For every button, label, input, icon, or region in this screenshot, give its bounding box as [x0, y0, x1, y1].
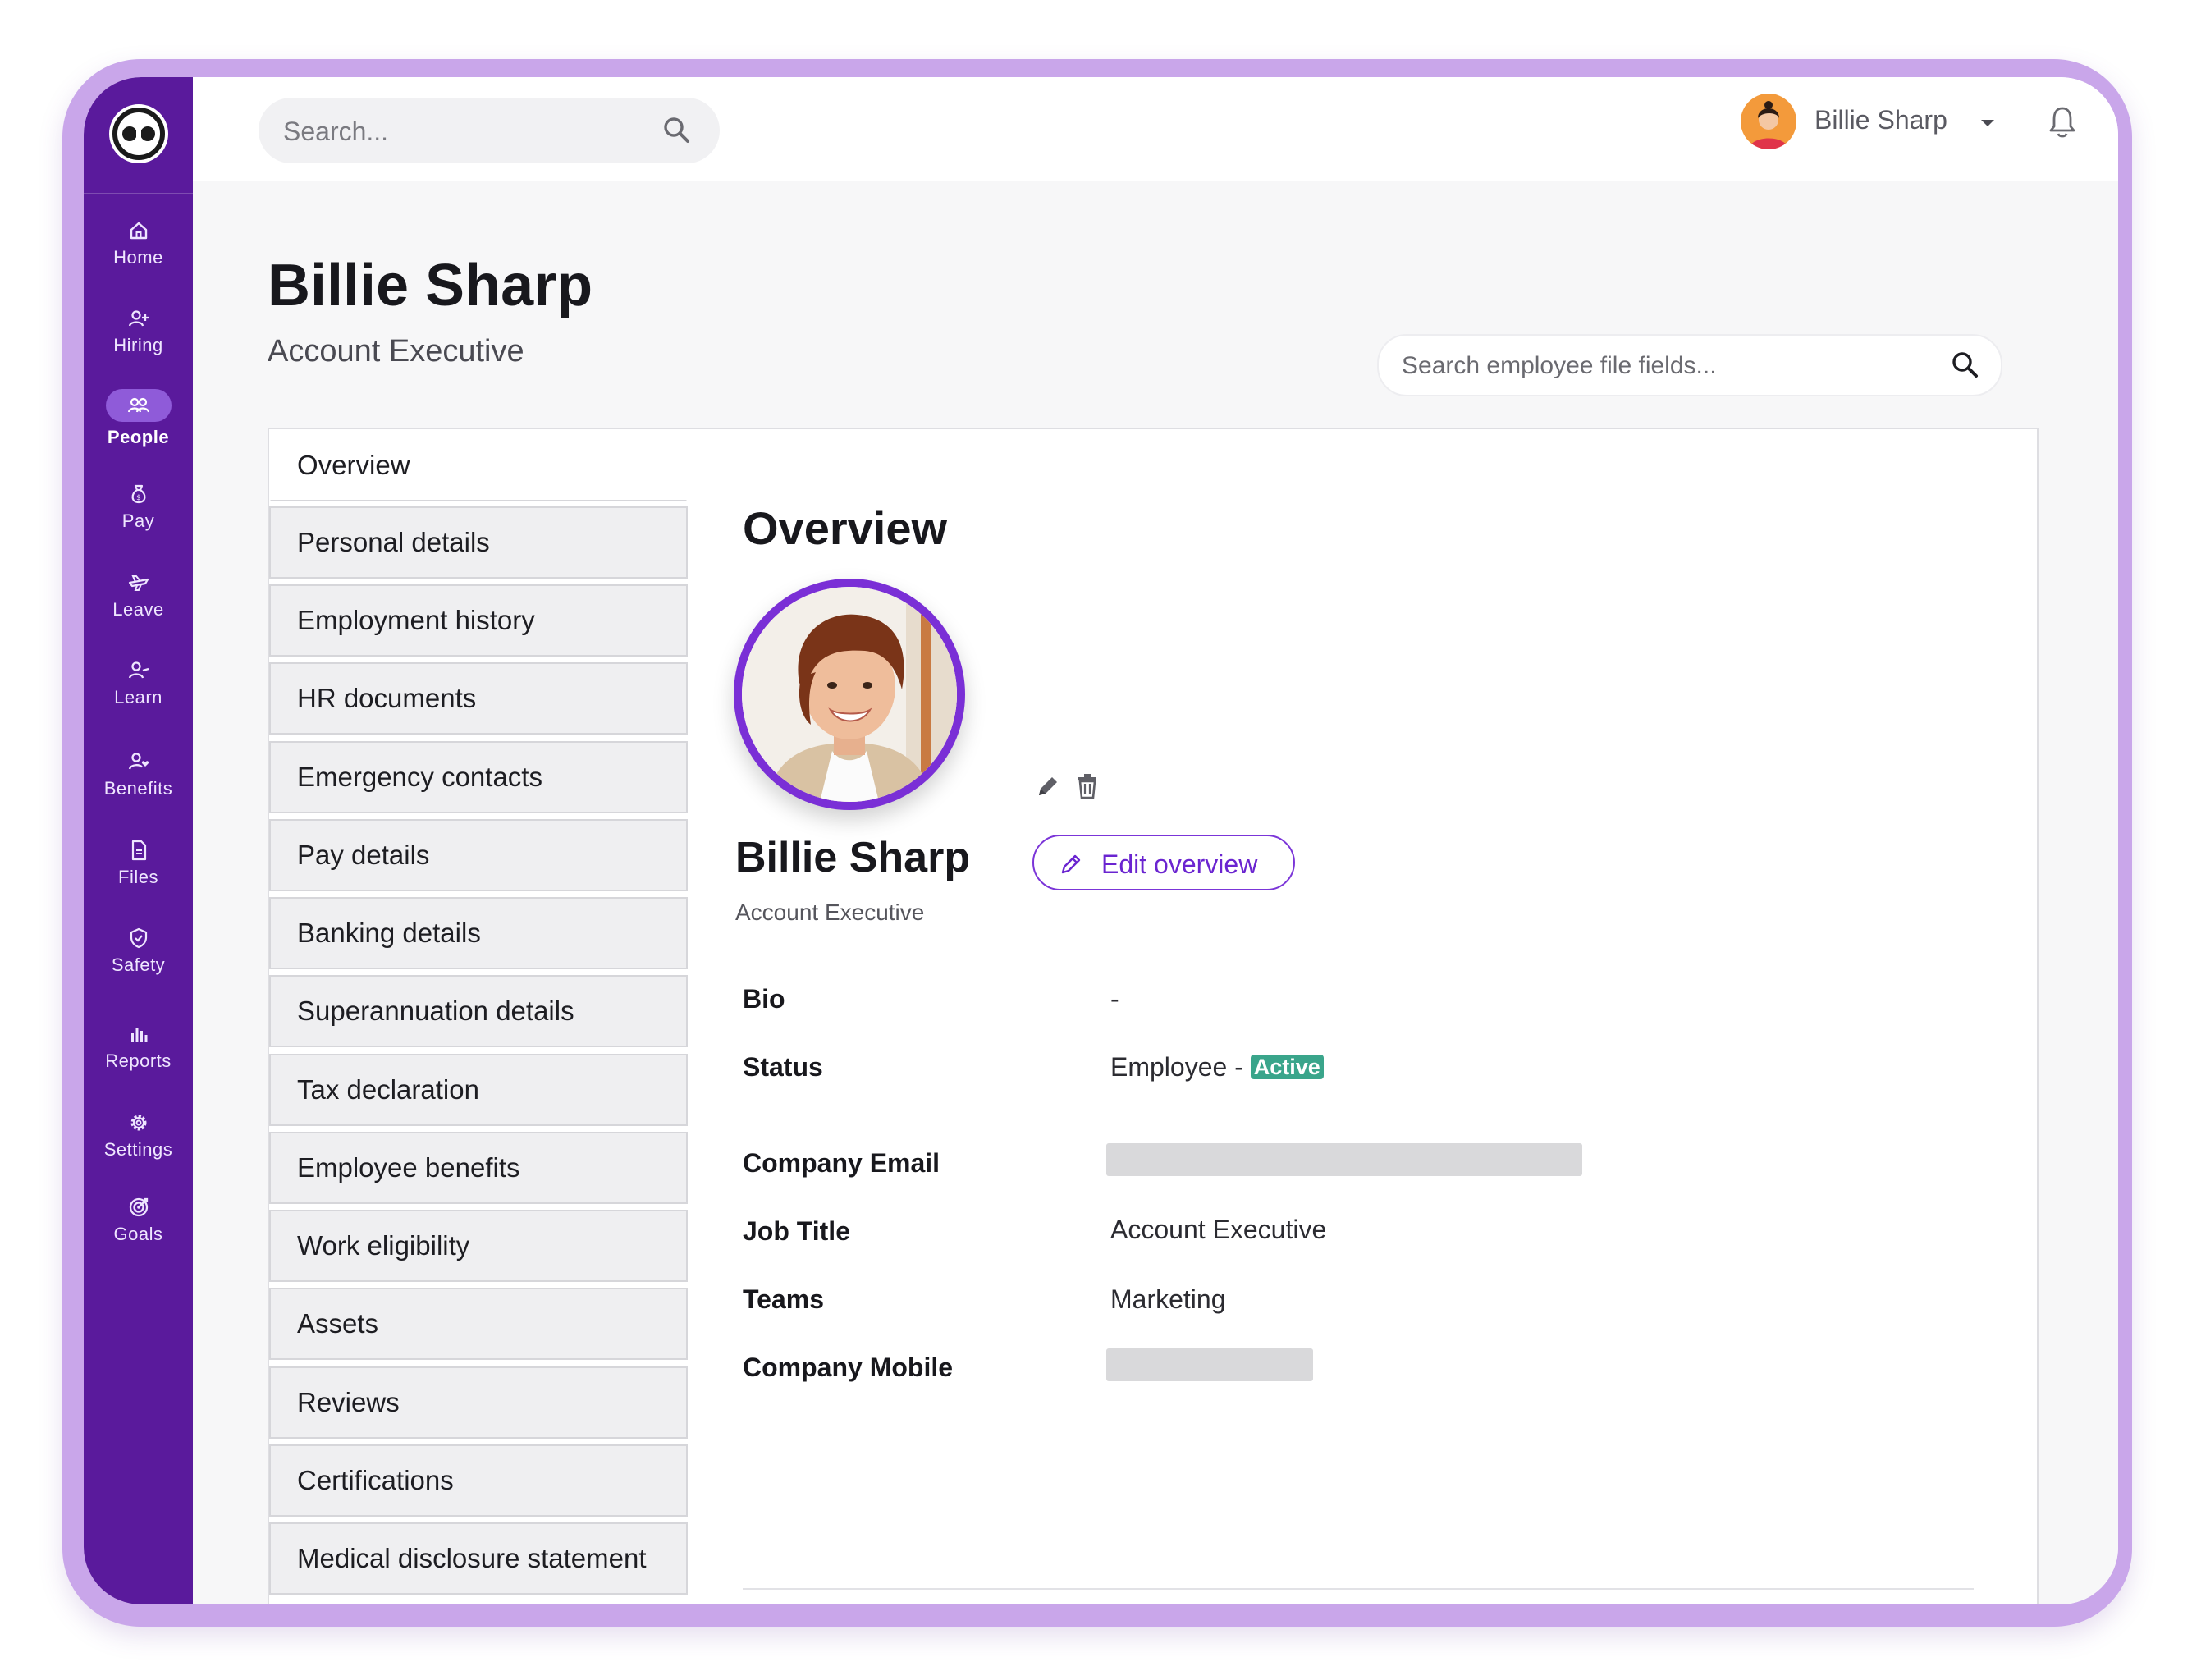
tab-overview[interactable]: Overview: [269, 429, 688, 501]
money-bag-icon: $: [131, 484, 145, 504]
sidebar-item-label: Safety: [111, 954, 166, 975]
sidebar-item-settings[interactable]: Settings: [84, 1111, 193, 1160]
app-window: Home Hiring People $ Pay Leave Learn Ben…: [84, 77, 2118, 1604]
bio-value: -: [1110, 984, 1119, 1014]
sidebar-item-leave[interactable]: Leave: [84, 571, 193, 620]
gear-icon: [130, 1115, 146, 1131]
profile-name: Billie Sharp: [735, 834, 971, 881]
tab-banking-details[interactable]: Banking details: [269, 897, 688, 969]
sidebar-item-label: Reports: [105, 1051, 172, 1071]
sidebar-item-learn[interactable]: Learn: [84, 659, 193, 708]
sidebar-item-label: Settings: [103, 1139, 173, 1160]
tab-pay-details[interactable]: Pay details: [269, 819, 688, 891]
sidebar-item-benefits[interactable]: Benefits: [84, 750, 193, 799]
global-search: [259, 98, 720, 165]
employee-file-panel: Overview Personal details Employment his…: [268, 428, 2039, 1604]
tab-tax-declaration[interactable]: Tax declaration: [269, 1054, 688, 1126]
section-divider: [743, 1588, 1974, 1590]
tab-emergency-contacts[interactable]: Emergency contacts: [269, 741, 688, 813]
svg-text:$: $: [136, 494, 141, 502]
edit-overview-label: Edit overview: [1101, 849, 1258, 879]
user-menu[interactable]: Billie Sharp: [1741, 94, 2011, 159]
sidebar-item-pay[interactable]: $ Pay: [84, 483, 193, 532]
target-icon: [129, 1197, 148, 1217]
bar-chart-icon: [130, 1028, 147, 1042]
active-indicator: [105, 389, 172, 422]
sidebar-item-label: Hiring: [113, 335, 163, 355]
user-name: Billie Sharp: [1814, 105, 1947, 135]
sidebar-item-files[interactable]: Files: [84, 839, 193, 888]
company-email-label: Company Email: [743, 1148, 940, 1178]
sidebar-item-hiring[interactable]: Hiring: [84, 307, 193, 356]
sidebar-item-reports[interactable]: Reports: [84, 1023, 193, 1072]
sidebar-item-label: Goals: [113, 1224, 163, 1244]
edit-overview-button[interactable]: Edit overview: [1032, 835, 1295, 890]
logo-area: [84, 77, 193, 194]
search-icon[interactable]: [1949, 349, 1982, 382]
page-subtitle: Account Executive: [268, 334, 524, 369]
main-content: Billie Sharp Account Executive Overview …: [193, 181, 2118, 1604]
sidebar-item-home[interactable]: Home: [84, 219, 193, 268]
job-title-value: Account Executive: [1110, 1215, 1327, 1244]
tab-work-eligibility[interactable]: Work eligibility: [269, 1210, 688, 1282]
sidebar-item-label: Leave: [112, 599, 164, 620]
sidebar-item-label: People: [107, 427, 170, 447]
user-plus-icon: [128, 310, 149, 327]
user-heart-icon: [128, 753, 149, 770]
bell-icon[interactable]: [2048, 105, 2077, 140]
overview-title: Overview: [743, 502, 948, 554]
tab-reviews[interactable]: Reviews: [269, 1366, 688, 1439]
tab-employee-benefits[interactable]: Employee benefits: [269, 1132, 688, 1204]
field-search-input[interactable]: [1400, 336, 1937, 396]
sidebar: Home Hiring People $ Pay Leave Learn Ben…: [84, 77, 193, 1604]
job-title-label: Job Title: [743, 1216, 850, 1246]
company-email-redacted: [1106, 1143, 1582, 1176]
avatar: [1741, 94, 1796, 149]
file-icon: [131, 840, 146, 861]
sidebar-item-safety[interactable]: Safety: [84, 927, 193, 976]
company-mobile-label: Company Mobile: [743, 1353, 954, 1382]
home-icon: [130, 222, 147, 240]
status-badge: Active: [1250, 1055, 1324, 1079]
company-mobile-redacted: [1106, 1348, 1313, 1381]
status-label: Status: [743, 1052, 823, 1082]
users-icon: [127, 397, 149, 413]
shield-icon: [130, 927, 147, 949]
status-text: Employee -: [1110, 1052, 1243, 1082]
pencil-icon[interactable]: [1034, 772, 1062, 800]
page-title: Billie Sharp: [268, 253, 593, 318]
teams-value: Marketing: [1110, 1284, 1226, 1314]
tab-medical-disclosure-statement[interactable]: Medical disclosure statement: [269, 1522, 688, 1595]
sidebar-item-goals[interactable]: Goals: [84, 1196, 193, 1245]
status-value: Employee - Active: [1110, 1052, 1324, 1083]
sidebar-item-label: Home: [113, 247, 163, 268]
profile-photo-image: [742, 587, 957, 802]
pencil-icon: [1061, 854, 1081, 874]
plane-icon: [128, 575, 149, 591]
logo-icon[interactable]: [108, 103, 170, 165]
tab-superannuation-details[interactable]: Superannuation details: [269, 975, 688, 1047]
profile-role: Account Executive: [735, 900, 925, 925]
sidebar-item-people[interactable]: People: [84, 389, 193, 448]
sidebar-item-label: Pay: [121, 510, 155, 531]
tab-assets[interactable]: Assets: [269, 1288, 688, 1360]
tab-employment-history[interactable]: Employment history: [269, 584, 688, 657]
global-search-input[interactable]: [281, 98, 654, 165]
bio-label: Bio: [743, 984, 785, 1014]
tab-hr-documents[interactable]: HR documents: [269, 662, 688, 735]
search-icon[interactable]: [661, 114, 693, 147]
top-bar: Billie Sharp: [193, 77, 2118, 181]
field-search: [1377, 334, 2002, 396]
teams-label: Teams: [743, 1284, 825, 1314]
trash-icon[interactable]: [1075, 772, 1100, 800]
profile-photo: [734, 579, 965, 810]
learn-icon: [128, 661, 149, 679]
sidebar-item-label: Learn: [114, 687, 162, 707]
sidebar-item-label: Benefits: [103, 778, 173, 799]
tab-personal-details[interactable]: Personal details: [269, 506, 688, 579]
chevron-down-icon[interactable]: [1979, 117, 1997, 130]
sidebar-item-label: Files: [118, 867, 158, 887]
tab-certifications[interactable]: Certifications: [269, 1444, 688, 1517]
